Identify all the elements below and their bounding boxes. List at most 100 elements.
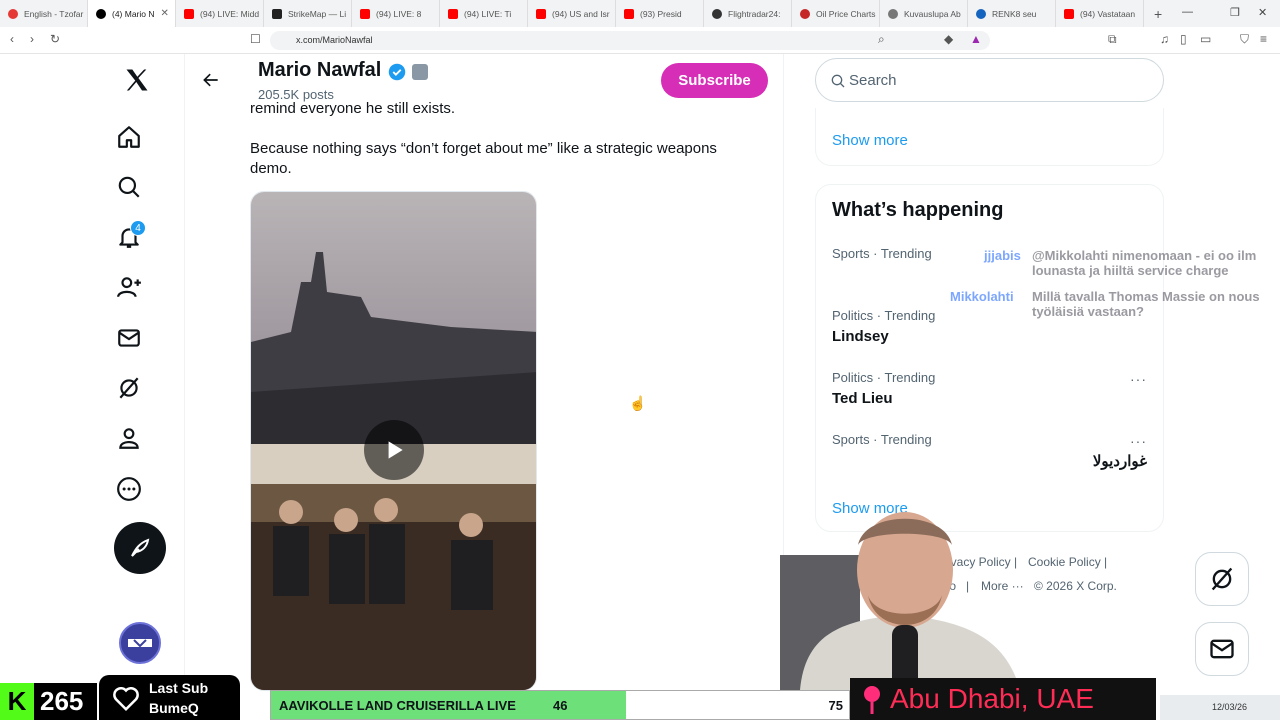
browser-tab[interactable]: (94) LIVE: Ti [440,0,528,27]
tab-favicon-icon [800,8,810,19]
tweet-video[interactable] [250,191,537,691]
poll-title: AAVIKOLLE LAND CRUISERILLA LIVE [279,698,516,713]
browser-tab[interactable]: (93) Presid [616,0,704,27]
poll-left-value: 46 [553,698,568,713]
search-placeholder: Search [849,72,897,89]
browser-tab[interactable]: (94) LIVE: Midd [176,0,264,27]
zoom-icon[interactable]: ⌕ [878,32,885,47]
grok-icon [1211,567,1233,591]
x-favicon-icon [96,8,106,19]
minimize-icon[interactable]: — [1182,6,1193,18]
tab-favicon-icon [272,8,282,19]
extensions-icon[interactable]: ⧉ [1108,32,1117,47]
location-text: Abu Dhabi, UAE [890,683,1094,714]
tab-favicon-icon [712,8,722,19]
search-icon [831,74,845,88]
footer-separator: | [1104,555,1108,569]
grok-icon[interactable] [114,373,144,403]
whats-happening-title: What’s happening [832,199,1004,221]
menu-icon[interactable]: ≡ [1260,32,1267,46]
compose-feather-icon [131,538,150,557]
location-widget: Abu Dhabi, UAE [850,678,1156,720]
kick-sub-counter: K 265 [0,683,97,720]
browser-tab[interactable]: (94) US and Isr [528,0,616,27]
search-icon[interactable] [114,172,144,202]
heart-icon [113,686,139,711]
trend-meta: Politics · Trending [832,370,936,385]
whats-happening-card: What’s happening Sports · Trending Polit… [815,184,1164,532]
browser-tab[interactable]: (94) LIVE: 8 [352,0,440,27]
maximize-icon[interactable]: ❐ [1230,6,1240,19]
reload-icon[interactable]: ↻ [50,32,60,46]
kick-logo-icon: K [0,683,34,720]
chat-message: @Mikkolahti nimenomaan - ei oo ilm louna… [1032,248,1257,278]
tab-favicon-icon [976,8,986,19]
grok-floating-button[interactable] [1195,552,1249,606]
trend-meta: Sports · Trending [832,246,932,261]
bookmark-icon[interactable]: ☐ [250,32,261,46]
browser-tab[interactable]: RENK8 seu [968,0,1056,27]
copyright-text: © 2026 X Corp. [1034,579,1117,593]
browser-tab[interactable]: Kuvauslupa Ab [880,0,968,27]
browser-tab[interactable]: (94) Vastataan [1056,0,1144,27]
show-more-link[interactable]: Show more [832,132,908,149]
chat-message: Millä tavalla Thomas Massie on nous työl… [1032,289,1260,319]
close-window-icon[interactable]: ✕ [1258,6,1267,19]
youtube-favicon-icon [536,8,546,19]
brave-shield-icon[interactable]: ◆ [944,32,953,46]
profile-icon[interactable] [114,423,144,453]
back-icon[interactable]: ‹ [10,32,14,46]
back-arrow-icon[interactable] [201,70,221,95]
trend-meta: Politics · Trending [832,308,936,323]
more-icon[interactable] [114,474,144,504]
trend-options-icon[interactable]: ··· [1130,433,1147,449]
tab-favicon-icon [8,8,18,19]
chat-username: Mikkolahti [950,289,1014,304]
home-icon[interactable] [114,122,144,152]
follow-icon[interactable] [114,272,144,302]
trend-name[interactable]: Ted Lieu [832,390,893,407]
notification-badge: 4 [130,220,146,236]
browser-tab[interactable]: English - Tzofar [0,0,88,27]
close-tab-icon[interactable]: ✕ [161,8,169,19]
windows-taskbar: 12/03/26 [1160,695,1280,720]
address-bar: ‹ › ↻ ☐ x.com/MarioNawfal ⌕ ◆ ▲ ⧉ ♫ ▯ ▭ … [0,27,1280,54]
search-input[interactable]: Search [815,58,1164,102]
play-icon[interactable] [364,420,424,480]
rewards-icon[interactable]: ▲ [970,32,982,46]
stream-poll-bar: AAVIKOLLE LAND CRUISERILLA LIVE 46 75 [270,690,850,720]
youtube-favicon-icon [624,8,634,19]
profile-name: Mario Nawfal [258,59,382,81]
sidebar-toggle-icon[interactable]: ▯ [1180,32,1187,46]
browser-tab[interactable]: Flightradar24: [704,0,792,27]
post-button[interactable] [114,522,166,574]
browser-tab-active[interactable]: (4) Mario N ✕ [88,0,176,27]
tab-favicon-icon [888,8,898,19]
last-sub-name: BumeQ [149,699,199,716]
trend-name[interactable]: Lindsey [832,328,889,345]
browser-tab-bar: English - Tzofar (4) Mario N ✕ (94) LIVE:… [0,0,1280,27]
wallet-icon[interactable]: ▭ [1200,32,1211,46]
messages-floating-button[interactable] [1195,622,1249,676]
browser-tab[interactable]: StrikeMap — Li [264,0,352,27]
browser-tab[interactable]: Oil Price Charts [792,0,880,27]
main-column: Mario Nawfal 205.5K posts Subscribe remi… [184,54,784,720]
media-icon[interactable]: ♫ [1160,32,1169,46]
account-avatar[interactable] [119,622,161,664]
mouse-cursor-icon: ☝ [629,395,647,411]
x-logo-icon[interactable] [122,65,152,95]
tweet-text-line: remind everyone he still exists. [250,100,456,117]
taskbar-date: 12/03/26 [1212,702,1248,712]
youtube-favicon-icon [184,8,194,19]
tweet-text-paragraph: Because nothing says “don’t forget about… [250,140,717,177]
forward-icon[interactable]: › [30,32,34,46]
new-tab-button[interactable]: + [1144,6,1172,22]
subscribe-button[interactable]: Subscribe [661,63,768,98]
messages-icon[interactable] [114,323,144,353]
chat-username: jjjabis [984,248,1021,263]
trend-options-icon[interactable]: ··· [1130,371,1147,387]
vpn-icon[interactable]: ⛉ [1240,32,1249,47]
trend-meta: Sports · Trending [832,432,932,447]
trend-name[interactable]: غواردیولا [1093,452,1147,470]
affiliate-badge-icon [412,64,428,80]
